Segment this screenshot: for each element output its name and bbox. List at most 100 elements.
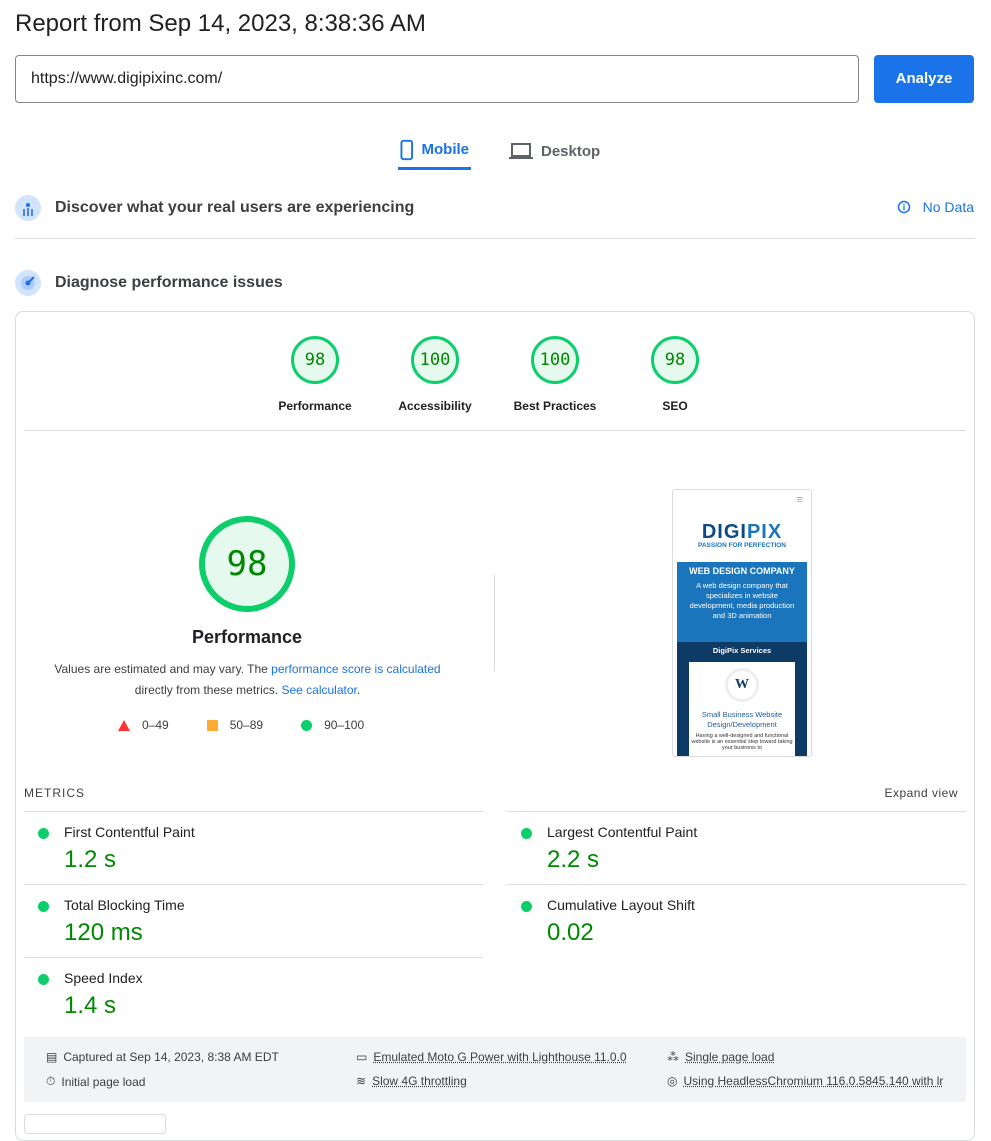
single-page-load[interactable]: ⁂ Single page load <box>667 1050 774 1064</box>
legend-fail: 0–49 <box>118 718 169 732</box>
discover-label: Discover what your real users are experi… <box>55 199 415 216</box>
footer-text: Slow 4G throttling <box>372 1074 467 1088</box>
footer-text: Emulated Moto G Power with Lighthouse 11… <box>373 1050 627 1064</box>
page-screenshot[interactable]: ≡ DIGIPIX PASSION FOR PERFECTION WEB DES… <box>672 489 812 757</box>
legend-pass: 90–100 <box>301 718 364 732</box>
diagnose-label: Diagnose performance issues <box>55 274 283 291</box>
legend-range: 50–89 <box>229 718 264 732</box>
divider <box>15 238 975 239</box>
metric-name: Total Blocking Time <box>64 897 185 913</box>
score-best-practices[interactable]: 100 Best Practices <box>495 336 615 413</box>
network-throttling[interactable]: ≋ Slow 4G throttling <box>356 1074 467 1088</box>
tab-desktop[interactable]: Desktop <box>507 132 602 170</box>
score-label: SEO <box>662 399 688 413</box>
performance-gauge: 98 <box>199 516 295 612</box>
divider <box>24 430 966 431</box>
metric-value: 1.2 s <box>64 846 117 873</box>
site-services-heading: DigiPix Services <box>712 646 772 655</box>
no-data-status[interactable]: No Data <box>897 199 974 215</box>
metric-name: Largest Contentful Paint <box>547 824 698 840</box>
score-legend: 0–49 50–89 90–100 <box>118 718 364 732</box>
metric-name: First Contentful Paint <box>64 824 195 840</box>
chrome-icon: ◎ <box>667 1074 678 1088</box>
footer-text: Initial page load <box>61 1074 146 1089</box>
pass-dot-icon <box>521 828 532 839</box>
metric-si: Speed Index 1.4 s <box>24 957 483 1030</box>
captured-at: ▤ Captured at Sep 14, 2023, 8:38 AM EDT <box>46 1050 279 1064</box>
users-chart-icon <box>15 195 41 221</box>
site-logo: DIGIPIX PASSION FOR PERFECTION <box>698 521 786 549</box>
metric-value: 120 ms <box>64 919 143 946</box>
site-card-title: Small Business Website Design/Developmen… <box>701 710 783 729</box>
diagnose-section: Diagnose performance issues <box>15 270 283 296</box>
score-gauge: 100 <box>531 336 579 384</box>
metric-name: Cumulative Layout Shift <box>547 897 695 913</box>
score-accessibility[interactable]: 100 Accessibility <box>375 336 495 413</box>
laptop-icon <box>509 143 533 159</box>
url-input[interactable]: https://www.digipixinc.com/ <box>15 55 859 103</box>
site-heading: WEB DESIGN COMPANY <box>689 566 795 576</box>
score-gauge: 100 <box>411 336 459 384</box>
score-gauge: 98 <box>651 336 699 384</box>
tab-label: Mobile <box>421 141 470 158</box>
info-icon <box>897 200 910 214</box>
metric-name: Speed Index <box>64 970 143 986</box>
metric-value: 1.4 s <box>64 992 117 1019</box>
score-seo[interactable]: 98 SEO <box>615 336 735 413</box>
performance-description: Values are estimated and may vary. The p… <box>40 659 455 701</box>
analyze-button[interactable]: Analyze <box>874 55 974 103</box>
pass-dot-icon <box>521 901 532 912</box>
score-calculated-link[interactable]: performance score is calculated <box>271 662 440 676</box>
see-calculator-link[interactable]: See calculator <box>281 683 356 697</box>
site-card-text: Having a well-designed and functional we… <box>691 733 793 751</box>
browser-version[interactable]: ◎ Using HeadlessChromium 116.0.5845.140 w… <box>667 1074 943 1088</box>
footer-text: Captured at Sep 14, 2023, 8:38 AM EDT <box>63 1050 279 1064</box>
phone-icon <box>400 139 414 160</box>
site-subheading: A web design company that specializes in… <box>689 581 795 620</box>
desc-text: Values are estimated and may vary. The <box>54 662 272 676</box>
expand-view-toggle[interactable]: Expand view <box>884 786 958 800</box>
discover-section[interactable]: Discover what your real users are experi… <box>15 195 414 221</box>
pass-dot-icon <box>38 974 49 985</box>
view-treemap-button[interactable] <box>24 1114 166 1134</box>
score-label: Performance <box>278 399 352 413</box>
triangle-icon <box>118 720 130 732</box>
legend-average: 50–89 <box>206 718 264 732</box>
no-data-label: No Data <box>922 199 974 215</box>
footer-text: Using HeadlessChromium 116.0.5845.140 wi… <box>683 1074 944 1088</box>
legend-range: 90–100 <box>324 718 365 732</box>
initial-load: ⏱ Initial page load <box>46 1074 145 1089</box>
wordpress-icon: W <box>725 668 759 702</box>
footer-text: Single page load <box>685 1050 775 1064</box>
devices-icon: ▭ <box>356 1050 368 1064</box>
metric-tbt: Total Blocking Time 120 ms <box>24 884 483 957</box>
metric-fcp: First Contentful Paint 1.2 s <box>24 811 483 884</box>
circle-icon <box>301 720 313 732</box>
wifi-icon: ≋ <box>356 1074 367 1088</box>
menu-icon: ≡ <box>796 494 803 506</box>
metric-cls: Cumulative Layout Shift 0.02 <box>507 884 966 957</box>
score-gauge: 98 <box>291 336 339 384</box>
metric-value: 0.02 <box>547 919 594 946</box>
score-label: Best Practices <box>513 399 597 413</box>
calendar-icon: ▤ <box>46 1050 58 1064</box>
desc-text: . <box>356 683 361 697</box>
gauge-icon <box>15 270 41 296</box>
divider <box>494 575 495 671</box>
runtime-settings: ▤ Captured at Sep 14, 2023, 8:38 AM EDT ⏱… <box>24 1037 966 1102</box>
legend-range: 0–49 <box>142 718 169 732</box>
timer-icon: ⏱ <box>46 1074 56 1088</box>
score-performance[interactable]: 98 Performance <box>255 336 375 413</box>
page-title: Report from Sep 14, 2023, 8:38:36 AM <box>15 10 426 37</box>
tab-label: Desktop <box>541 142 601 160</box>
metric-lcp: Largest Contentful Paint 2.2 s <box>507 811 966 884</box>
square-icon <box>206 720 218 732</box>
tab-mobile[interactable]: Mobile <box>398 132 471 170</box>
metric-value: 2.2 s <box>547 846 600 873</box>
performance-title: Performance <box>191 627 303 647</box>
desc-text: directly from these metrics. <box>134 683 282 697</box>
metrics-heading: METRICS <box>24 786 85 800</box>
emulated-device[interactable]: ▭ Emulated Moto G Power with Lighthouse 1… <box>356 1050 627 1064</box>
score-label: Accessibility <box>398 399 472 413</box>
pass-dot-icon <box>38 828 49 839</box>
